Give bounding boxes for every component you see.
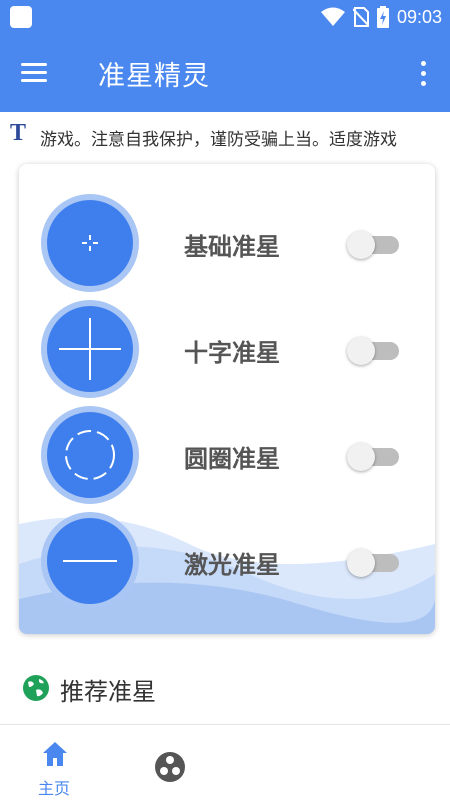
- status-icons: 09:03: [320, 5, 442, 29]
- menu-icon: [21, 63, 47, 66]
- basic-crosshair-preview[interactable]: [41, 194, 139, 292]
- cross-crosshair-preview[interactable]: [41, 300, 139, 398]
- recommended-title: 推荐准星: [60, 678, 156, 706]
- status-time: 09:03: [396, 6, 442, 27]
- more-options-button[interactable]: [412, 56, 436, 92]
- home-icon: [43, 742, 67, 766]
- crosshair-row-cross: 十字准星: [19, 300, 435, 400]
- globe-icon: [23, 675, 49, 701]
- wifi-icon: [320, 7, 345, 26]
- circle-crosshair-icon: [65, 430, 115, 480]
- bottom-nav: 主页: [0, 725, 450, 800]
- more-vert-icon: [421, 61, 426, 66]
- notice-marquee: T 游戏。注意自我保护，谨防受骗上当。适度游戏: [0, 112, 450, 158]
- crosshair-label-circle: 圆圈准星: [184, 445, 280, 473]
- status-bar: 09:03: [0, 0, 450, 34]
- crosshair-label-laser: 激光准星: [184, 551, 280, 579]
- game-icon[interactable]: [153, 750, 187, 784]
- crosshair-label-cross: 十字准星: [184, 339, 280, 367]
- battery-charging-icon: [376, 6, 389, 28]
- laser-crosshair-icon: [63, 560, 117, 562]
- crosshair-card: 基础准星 十字准星 圆圈准星 激光准星: [19, 164, 435, 634]
- crosshair-row-laser: 激光准星: [19, 512, 435, 612]
- basic-crosshair-icon: [82, 235, 98, 251]
- crosshair-label-basic: 基础准星: [184, 233, 280, 261]
- nav-home-label: 主页: [38, 779, 71, 798]
- cross-crosshair-icon: [59, 318, 121, 380]
- app-square-icon: [10, 6, 32, 28]
- crosshair-row-circle: 圆圈准星: [19, 406, 435, 506]
- notice-text: 游戏。注意自我保护，谨防受骗上当。适度游戏: [40, 130, 397, 150]
- app-bar: 准星精灵: [0, 34, 450, 112]
- toggle-circle[interactable]: [347, 442, 399, 472]
- nav-home[interactable]: 主页: [30, 737, 80, 798]
- menu-button[interactable]: [18, 58, 52, 88]
- circle-crosshair-preview[interactable]: [41, 406, 139, 504]
- toggle-cross[interactable]: [347, 336, 399, 366]
- notice-t-icon: T: [10, 120, 27, 146]
- no-sim-icon: [352, 7, 369, 27]
- crosshair-row-basic: 基础准星: [19, 194, 435, 294]
- toggle-basic[interactable]: [347, 230, 399, 260]
- toggle-laser[interactable]: [347, 548, 399, 578]
- app-title: 准星精灵: [98, 61, 210, 92]
- laser-crosshair-preview[interactable]: [41, 512, 139, 610]
